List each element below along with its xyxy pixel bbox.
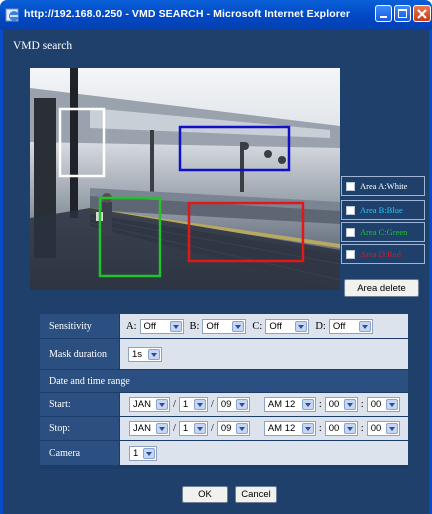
sensitivity-a-letter: A: <box>126 320 137 332</box>
chevron-down-icon[interactable] <box>235 399 248 410</box>
close-button[interactable] <box>413 5 431 22</box>
maximize-icon <box>398 9 407 18</box>
camera-row: Camera 1 <box>40 441 408 465</box>
area-b-checkbox[interactable]: Area B:Blue <box>341 200 425 220</box>
camera-select[interactable]: 1 <box>129 445 157 461</box>
area-d-checkbox[interactable]: Area D:Red <box>341 244 425 264</box>
start-second-select[interactable]: 00 <box>366 397 400 412</box>
chevron-down-icon[interactable] <box>343 399 356 410</box>
checkbox-icon[interactable] <box>346 227 355 237</box>
chevron-down-icon[interactable] <box>193 423 206 434</box>
chevron-down-icon[interactable] <box>301 423 314 434</box>
area-d-label: Area D:Red <box>360 249 401 259</box>
chevron-down-icon[interactable] <box>343 423 356 434</box>
chevron-down-icon[interactable] <box>385 399 398 410</box>
search-form: Sensitivity A: Off B: Off C: Off D: Off … <box>40 314 408 469</box>
close-icon <box>417 9 427 19</box>
start-month-select[interactable]: JAN <box>129 397 170 412</box>
area-delete-button[interactable]: Area delete <box>344 279 419 297</box>
sensitivity-c-letter: C: <box>252 320 263 332</box>
chevron-down-icon[interactable] <box>148 348 160 360</box>
stop-day-select[interactable]: 1 <box>178 421 208 436</box>
window-title: http://192.168.0.250 - VMD SEARCH - Micr… <box>24 8 351 20</box>
page-title: VMD search <box>13 40 73 52</box>
cancel-button[interactable]: Cancel <box>235 486 277 503</box>
camera-image[interactable] <box>30 68 340 290</box>
title-bar: http://192.168.0.250 - VMD SEARCH - Micr… <box>0 0 432 30</box>
area-a-checkbox[interactable]: Area A:White <box>341 176 425 196</box>
stop-minute-select[interactable]: 00 <box>324 421 358 436</box>
sensitivity-a-select[interactable]: Off <box>139 318 184 334</box>
chevron-down-icon[interactable] <box>301 399 314 410</box>
minimize-icon <box>380 16 387 18</box>
sensitivity-b-letter: B: <box>189 320 200 332</box>
area-c-checkbox[interactable]: Area C:Green <box>341 222 425 242</box>
chevron-down-icon[interactable] <box>385 423 398 434</box>
stop-year-select[interactable]: 09 <box>216 421 250 436</box>
checkbox-icon[interactable] <box>346 249 355 259</box>
stop-second-select[interactable]: 00 <box>366 421 400 436</box>
chevron-down-icon[interactable] <box>169 320 182 332</box>
sensitivity-b-select[interactable]: Off <box>202 318 247 334</box>
area-c-label: Area C:Green <box>360 227 408 237</box>
chevron-down-icon[interactable] <box>235 423 248 434</box>
date-range-heading: Date and time range <box>40 370 408 392</box>
sensitivity-d-select[interactable]: Off <box>328 318 373 334</box>
sensitivity-d-letter: D: <box>315 320 326 332</box>
area-a-label: Area A:White <box>360 181 408 191</box>
stop-month-select[interactable]: JAN <box>129 421 170 436</box>
mask-duration-select[interactable]: 1s <box>128 346 162 362</box>
maximize-button[interactable] <box>394 5 411 22</box>
start-hour-select[interactable]: AM 12 <box>263 397 316 412</box>
start-minute-select[interactable]: 00 <box>324 397 358 412</box>
camera-label: Camera <box>40 441 119 465</box>
minimize-button[interactable] <box>375 5 392 22</box>
chevron-down-icon[interactable] <box>295 320 308 332</box>
chevron-down-icon[interactable] <box>232 320 245 332</box>
start-label: Start: <box>40 393 119 416</box>
stop-row: Stop: JAN / 1 / 09 AM 12 : 00 : 00 <box>40 417 408 440</box>
sensitivity-c-select[interactable]: Off <box>265 318 310 334</box>
start-row: Start: JAN / 1 / 09 AM 12 : 00 : 00 <box>40 393 408 416</box>
sensitivity-label: Sensitivity <box>40 314 119 338</box>
stop-label: Stop: <box>40 417 119 440</box>
chevron-down-icon[interactable] <box>193 399 206 410</box>
start-day-select[interactable]: 1 <box>178 397 208 412</box>
stop-hour-select[interactable]: AM 12 <box>263 421 316 436</box>
start-year-select[interactable]: 09 <box>216 397 250 412</box>
area-b-label: Area B:Blue <box>360 205 403 215</box>
chevron-down-icon[interactable] <box>358 320 371 332</box>
sensitivity-row: Sensitivity A: Off B: Off C: Off D: Off <box>40 314 408 338</box>
mask-duration-label: Mask duration <box>40 339 119 369</box>
ok-button[interactable]: OK <box>182 486 228 503</box>
chevron-down-icon[interactable] <box>143 447 155 459</box>
checkbox-icon[interactable] <box>346 181 355 191</box>
chevron-down-icon[interactable] <box>156 399 168 410</box>
checkbox-icon[interactable] <box>346 205 355 215</box>
mask-duration-row: Mask duration 1s <box>40 339 408 369</box>
ie-icon <box>5 8 19 22</box>
chevron-down-icon[interactable] <box>156 423 168 434</box>
